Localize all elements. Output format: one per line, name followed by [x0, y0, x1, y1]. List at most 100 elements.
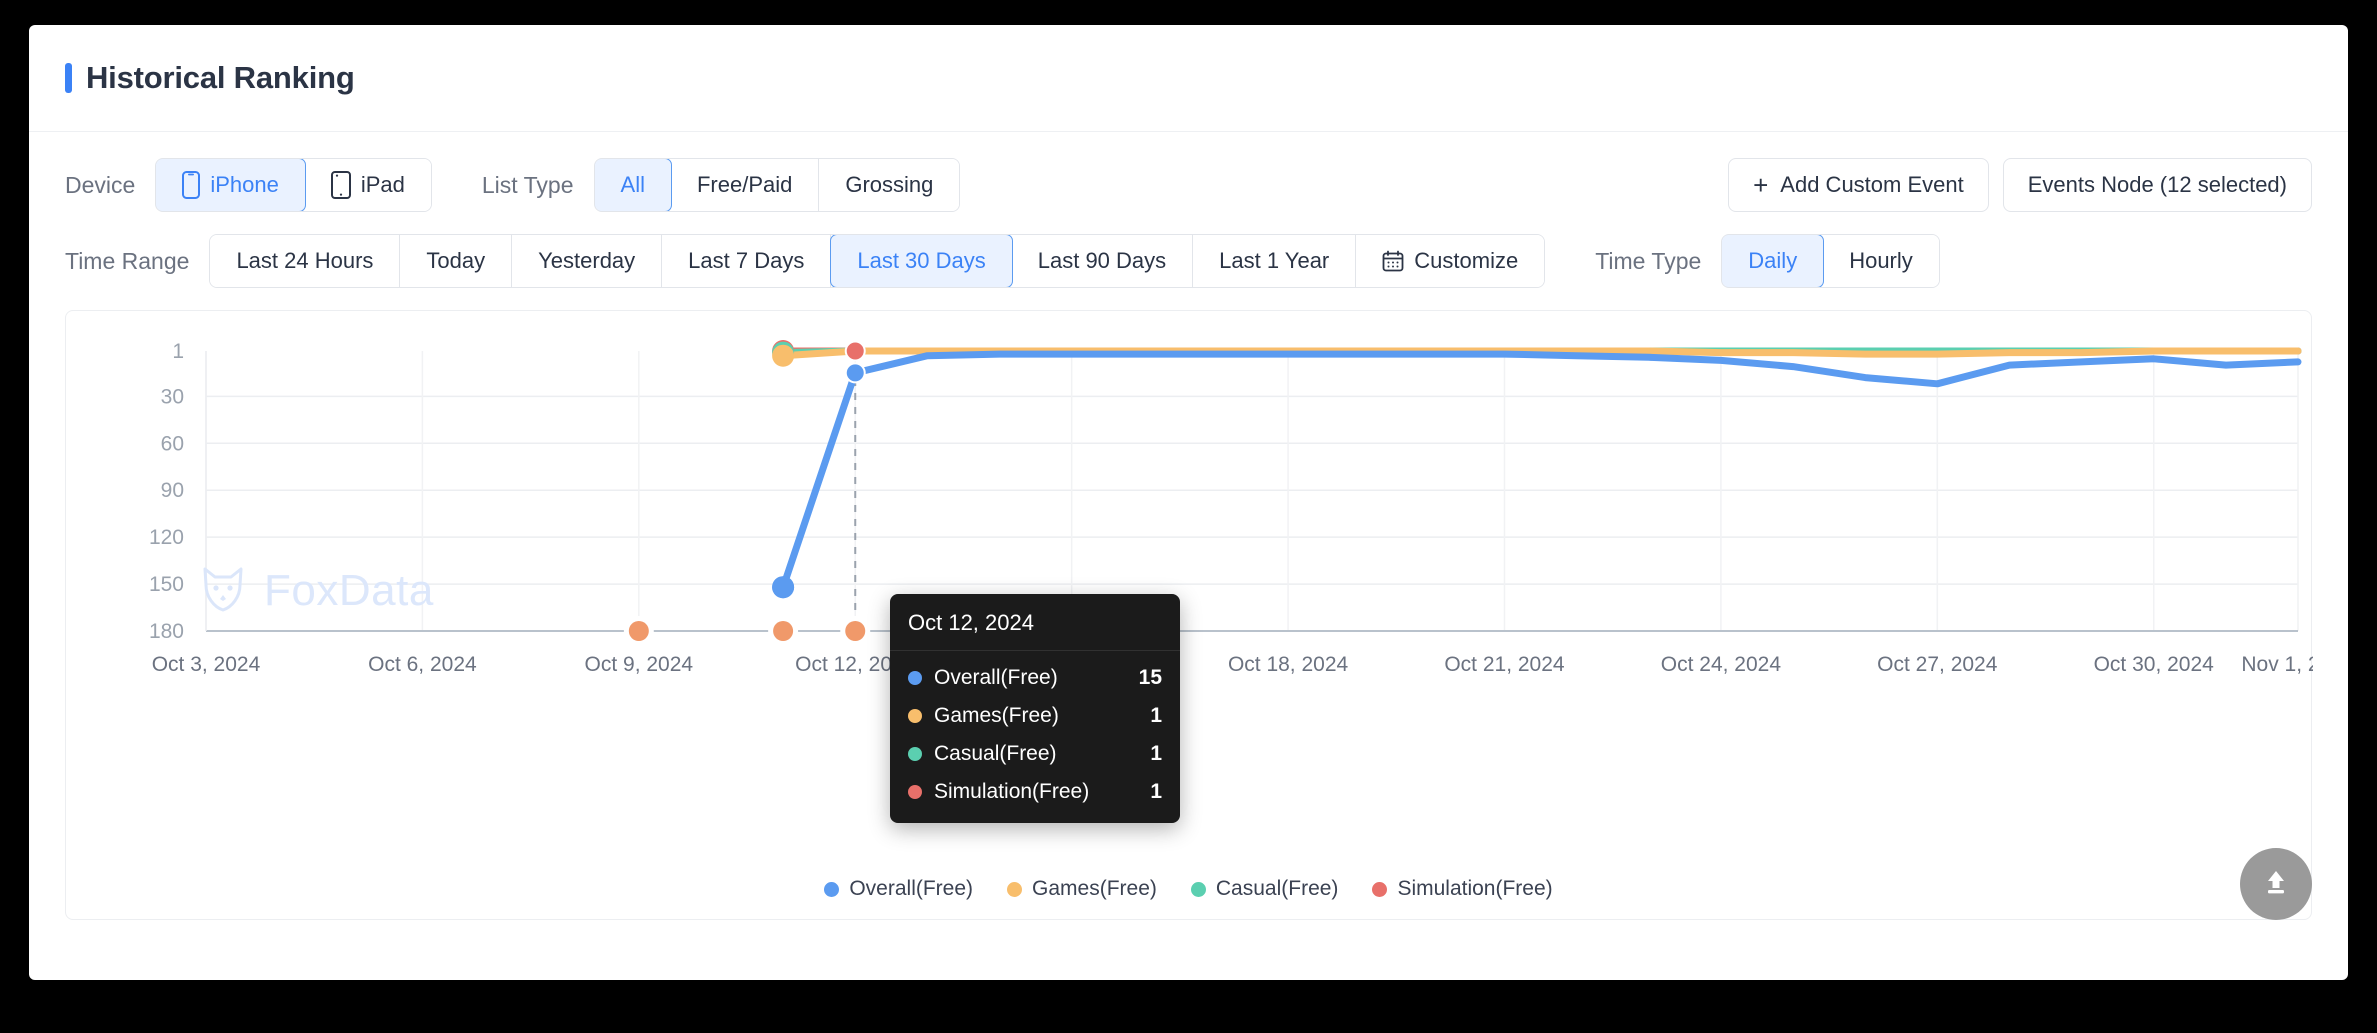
add-custom-event-button[interactable]: + Add Custom Event: [1728, 158, 1989, 212]
filter-row-device-listtype: Device iPhone iPad List Type All Free/Pa…: [65, 158, 2312, 212]
chart-svg: 1 30 60 90 120 150 180 Oct 3, 2024 Oct 6, 2024 Oc…: [149, 340, 2348, 676]
time-range-option-last-1-year-label: Last 1 Year: [1219, 248, 1330, 273]
tooltip-date: Oct 12, 2024: [890, 594, 1180, 651]
event-marker: [773, 621, 794, 641]
tooltip-series-dot: [908, 785, 922, 799]
tooltip-row: Casual(Free) 1: [890, 735, 1180, 773]
time-range-option-last-24-hours-label: Last 24 Hours: [236, 248, 374, 273]
y-axis-tick-label: 90: [161, 479, 184, 502]
series-point: [772, 576, 795, 599]
tooltip-series-value: 1: [1150, 704, 1162, 727]
tooltip-series-name: Games(Free): [934, 704, 1059, 727]
iphone-icon: [182, 171, 201, 199]
x-axis-tick-label: Oct 3, 2024: [152, 653, 261, 676]
y-axis-tick-label: 150: [149, 573, 184, 596]
tooltip-series-value: 15: [1138, 666, 1162, 689]
list-type-option-free-paid[interactable]: Free/Paid: [670, 159, 820, 211]
legend-dot: [824, 881, 840, 897]
device-option-ipad[interactable]: iPad: [304, 159, 431, 211]
tooltip-rows: Overall(Free) 15 Games(Free) 1 Casual(Free) 1…: [890, 651, 1180, 823]
device-option-iphone[interactable]: iPhone: [156, 159, 306, 211]
legend-dot: [1007, 881, 1023, 897]
device-label: Device: [65, 171, 136, 198]
time-type-segmented-control: Daily Hourly: [1721, 234, 1940, 288]
calendar-icon: [1382, 250, 1404, 272]
x-axis-tick-label: Oct 18, 2024: [1228, 653, 1349, 676]
series-point-hovered: [844, 362, 866, 384]
tooltip-series-name: Casual(Free): [934, 742, 1057, 765]
time-type-label: Time Type: [1595, 247, 1702, 274]
event-marker: [628, 621, 649, 641]
time-range-option-last-30-days[interactable]: Last 30 Days: [830, 235, 1013, 287]
list-type-option-grossing-label: Grossing: [845, 172, 934, 197]
legend-item[interactable]: Simulation(Free): [1372, 877, 1553, 901]
events-node-label: Events Node (12 selected): [2027, 172, 2287, 197]
time-range-option-last-7-days[interactable]: Last 7 Days: [662, 235, 832, 287]
device-segmented-control: iPhone iPad: [155, 158, 432, 212]
legend-label: Overall(Free): [849, 877, 974, 900]
filter-row-time: Time Range Last 24 Hours Today Yesterday…: [65, 234, 2312, 288]
x-axis-tick-label: Nov 1, 2024: [2241, 653, 2313, 676]
series-line: [779, 350, 2302, 591]
filters-section: Device iPhone iPad List Type All Free/Pa…: [29, 132, 2348, 288]
time-range-label: Time Range: [65, 247, 190, 274]
filter-actions: + Add Custom Event Events Node (12 selec…: [1728, 158, 2312, 212]
tooltip-series-name: Simulation(Free): [934, 780, 1090, 803]
x-axis-tick-label: Oct 24, 2024: [1661, 653, 1782, 676]
tooltip-row: Simulation(Free) 1: [890, 773, 1180, 811]
time-range-option-today-label: Today: [426, 248, 486, 273]
x-axis-tick-label: Oct 27, 2024: [1877, 653, 1998, 676]
tooltip-series-dot: [908, 709, 922, 723]
time-range-option-customize[interactable]: Customize: [1356, 235, 1545, 287]
legend-item[interactable]: Games(Free): [1007, 877, 1157, 901]
chart-plot[interactable]: 1 30 60 90 120 150 180 Oct 3, 2024 Oct 6, 2024 Oc…: [66, 311, 2348, 919]
legend-item[interactable]: Casual(Free): [1190, 877, 1338, 901]
time-type-option-hourly-label: Hourly: [1849, 248, 1913, 273]
tooltip-series-dot: [908, 671, 922, 685]
y-axis-tick-label: 30: [161, 385, 184, 408]
scroll-to-top-button[interactable]: [2240, 848, 2312, 920]
time-range-option-customize-label: Customize: [1414, 248, 1519, 273]
legend-dot: [1190, 881, 1206, 897]
time-type-option-hourly[interactable]: Hourly: [1823, 235, 1939, 287]
tooltip-row: Games(Free) 1: [890, 697, 1180, 735]
time-range-option-last-1-year[interactable]: Last 1 Year: [1193, 235, 1357, 287]
time-range-option-last-30-days-label: Last 30 Days: [857, 248, 986, 273]
y-axis-tick-label: 60: [161, 432, 184, 455]
time-range-option-last-90-days[interactable]: Last 90 Days: [1011, 235, 1194, 287]
time-range-option-today[interactable]: Today: [400, 235, 513, 287]
x-axis-tick-label: Oct 9, 2024: [585, 653, 694, 676]
page-title: Historical Ranking: [86, 60, 355, 95]
historical-ranking-card: Historical Ranking Device iPhone iPad Li…: [29, 25, 2348, 980]
series-point: [772, 344, 795, 367]
list-type-option-grossing[interactable]: Grossing: [819, 159, 960, 211]
time-range-option-last-24-hours[interactable]: Last 24 Hours: [210, 235, 401, 287]
list-type-option-free-paid-label: Free/Paid: [696, 172, 793, 197]
y-axis-tick-label: 180: [149, 620, 184, 643]
time-range-segmented-control: Last 24 Hours Today Yesterday Last 7 Day…: [209, 234, 1546, 288]
time-type-option-daily[interactable]: Daily: [1722, 235, 1825, 287]
device-option-iphone-label: iPhone: [210, 172, 279, 197]
list-type-option-all-label: All: [620, 172, 645, 197]
plus-icon: +: [1753, 170, 1769, 200]
y-axis-tick-label: 1: [172, 340, 184, 363]
tooltip-series-name: Overall(Free): [934, 666, 1058, 689]
time-range-option-yesterday[interactable]: Yesterday: [512, 235, 663, 287]
chart-tooltip: Oct 12, 2024 Overall(Free) 15 Games(Free) 1…: [890, 594, 1180, 823]
legend-item[interactable]: Overall(Free): [824, 877, 973, 901]
tooltip-series-value: 1: [1150, 742, 1162, 765]
device-option-ipad-label: iPad: [360, 172, 405, 197]
add-custom-event-label: Add Custom Event: [1780, 172, 1964, 197]
legend-label: Games(Free): [1032, 877, 1157, 900]
title-accent-bar: [65, 63, 72, 93]
ipad-icon: [330, 171, 351, 199]
time-range-option-last-90-days-label: Last 90 Days: [1037, 248, 1167, 273]
events-node-button[interactable]: Events Node (12 selected): [2002, 158, 2312, 212]
series-point-hovered: [844, 340, 866, 362]
event-marker: [845, 621, 866, 641]
x-axis-tick-label: Oct 21, 2024: [1444, 653, 1565, 676]
list-type-segmented-control: All Free/Paid Grossing: [593, 158, 961, 212]
list-type-option-all[interactable]: All: [594, 159, 672, 211]
time-type-option-daily-label: Daily: [1748, 248, 1798, 273]
ranking-chart-card: 1 30 60 90 120 150 180 Oct 3, 2024 Oct 6, 2024 Oc…: [65, 310, 2348, 920]
